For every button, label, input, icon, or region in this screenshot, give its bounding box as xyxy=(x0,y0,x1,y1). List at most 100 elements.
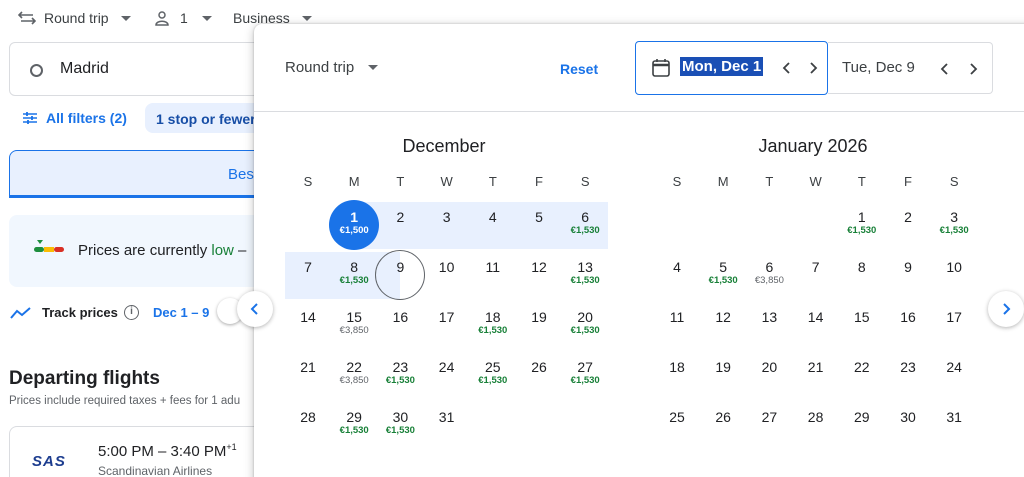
day-number: 6 xyxy=(581,209,590,225)
month-title: January 2026 xyxy=(758,136,868,156)
calendar-day[interactable]: 2 xyxy=(885,200,931,250)
calendar-day[interactable]: 25 €1,530 xyxy=(470,350,516,400)
calendar-day[interactable]: 22 xyxy=(839,350,885,400)
info-icon[interactable]: i xyxy=(124,305,139,320)
calendar-day[interactable]: 26 xyxy=(700,400,746,450)
calendar-day[interactable]: 22 €3,850 xyxy=(331,350,377,400)
calendar-day[interactable]: 9 xyxy=(885,250,931,300)
all-filters-button[interactable]: All filters (2) xyxy=(22,110,127,126)
chevron-right-icon[interactable] xyxy=(966,62,980,76)
track-prices-label: Track prices xyxy=(42,305,118,320)
day-number: 7 xyxy=(304,259,312,275)
reset-button[interactable]: Reset xyxy=(560,61,598,77)
calendar-day[interactable]: 17 xyxy=(424,300,470,350)
day-number: 2 xyxy=(396,209,405,225)
date-picker-dialog: Round trip Reset Mon, Dec 1 Tue, Dec 9 D… xyxy=(254,24,1024,477)
departing-flights-subtitle: Prices include required taxes + fees for… xyxy=(9,395,241,407)
previous-month-button[interactable] xyxy=(237,291,273,327)
calendar-day[interactable]: 8 xyxy=(839,250,885,300)
return-date-value: Tue, Dec 9 xyxy=(842,59,915,76)
calendar-day[interactable]: 11 xyxy=(470,250,516,300)
chevron-right-icon[interactable] xyxy=(806,61,820,75)
calendar-day[interactable]: 7 xyxy=(793,250,839,300)
day-number: 20 xyxy=(577,309,593,325)
calendar-day[interactable]: 10 xyxy=(931,250,977,300)
trip-type-dropdown[interactable]: Round trip xyxy=(18,8,131,28)
day-number: 1 xyxy=(350,209,359,225)
calendar-day[interactable]: 3 €1,530 xyxy=(931,200,977,250)
passengers-dropdown[interactable]: 1 xyxy=(155,8,212,28)
calendar-day[interactable]: 8 €1,530 xyxy=(331,250,377,300)
calendar-day[interactable]: 1 €1,530 xyxy=(839,200,885,250)
calendar-day[interactable]: 1 €1,500 xyxy=(329,200,380,250)
calendar-day[interactable]: 27 xyxy=(746,400,792,450)
day-number: 24 xyxy=(946,359,962,375)
day-number: 13 xyxy=(761,309,778,325)
calendar-day[interactable]: 7 xyxy=(285,250,331,300)
calendar-day[interactable]: 18 €1,530 xyxy=(470,300,516,350)
calendar-day[interactable]: 6 €1,530 xyxy=(562,200,608,250)
calendar-day[interactable]: 18 xyxy=(654,350,700,400)
calendar-day[interactable]: 31 xyxy=(424,400,470,450)
calendar-day[interactable]: 5 €1,530 xyxy=(700,250,746,300)
calendar-day[interactable]: 17 xyxy=(931,300,977,350)
calendar-day[interactable]: 20 €1,530 xyxy=(562,300,608,350)
day-number: 9 xyxy=(396,259,405,275)
calendar-day[interactable]: 23 €1,530 xyxy=(377,350,423,400)
calendar-day[interactable]: 13 xyxy=(746,300,792,350)
calendar-day[interactable]: 5 xyxy=(516,200,562,250)
chevron-down-icon xyxy=(368,65,379,70)
calendar-day[interactable]: 14 xyxy=(285,300,331,350)
calendar-day[interactable]: 25 xyxy=(654,400,700,450)
departing-flights-title: Departing flights xyxy=(9,368,160,389)
calendar-day[interactable]: 9 xyxy=(375,250,426,300)
calendar-day[interactable]: 14 xyxy=(793,300,839,350)
calendar-day[interactable]: 24 xyxy=(931,350,977,400)
calendar-day[interactable]: 21 xyxy=(793,350,839,400)
calendar-day[interactable]: 3 xyxy=(424,200,470,250)
calendar-day[interactable]: 31 xyxy=(931,400,977,450)
calendar-day[interactable]: 16 xyxy=(377,300,423,350)
calendar-day[interactable]: 19 xyxy=(516,300,562,350)
chevron-left-icon[interactable] xyxy=(780,61,794,75)
calendar-day[interactable]: 6 €3,850 xyxy=(746,250,792,300)
calendar-day[interactable]: 11 xyxy=(654,300,700,350)
track-dates: Dec 1 – 9 xyxy=(153,305,210,320)
calendar-day[interactable]: 29 €1,530 xyxy=(331,400,377,450)
next-month-button[interactable] xyxy=(988,291,1024,327)
calendar-day[interactable]: 15 xyxy=(839,300,885,350)
calendar-day[interactable]: 12 xyxy=(516,250,562,300)
day-number: 16 xyxy=(392,309,409,325)
swap-icon xyxy=(18,11,36,25)
calendar-day[interactable]: 10 xyxy=(424,250,470,300)
calendar-day[interactable]: 19 xyxy=(700,350,746,400)
calendar-day[interactable]: 24 xyxy=(424,350,470,400)
calendar-day[interactable]: 20 xyxy=(746,350,792,400)
calendar-day[interactable]: 16 xyxy=(885,300,931,350)
calendar-day[interactable]: 23 xyxy=(885,350,931,400)
calendar-day[interactable]: 12 xyxy=(700,300,746,350)
day-number: 9 xyxy=(904,259,912,275)
day-number: 5 xyxy=(535,209,543,225)
calendar-day[interactable]: 4 xyxy=(654,250,700,300)
day-number: 23 xyxy=(392,359,409,375)
chevron-left-icon[interactable] xyxy=(938,62,952,76)
dialog-trip-type-dropdown[interactable]: Round trip xyxy=(285,59,379,76)
calendar-day[interactable]: 28 xyxy=(285,400,331,450)
calendar-day[interactable]: 2 xyxy=(377,200,423,250)
calendar-day[interactable]: 29 xyxy=(839,400,885,450)
calendar-day[interactable]: 30 xyxy=(885,400,931,450)
day-number: 2 xyxy=(904,209,912,225)
calendar-day[interactable]: 21 xyxy=(285,350,331,400)
calendar-day[interactable]: 30 €1,530 xyxy=(377,400,423,450)
calendar-day[interactable]: 13 €1,530 xyxy=(562,250,608,300)
calendar-day[interactable]: 4 xyxy=(470,200,516,250)
calendar-day[interactable]: 15 €3,850 xyxy=(331,300,377,350)
calendar-day[interactable]: 27 €1,530 xyxy=(562,350,608,400)
calendar-day[interactable]: 26 xyxy=(516,350,562,400)
calendar-day[interactable]: 28 xyxy=(793,400,839,450)
return-date-field[interactable]: Tue, Dec 9 xyxy=(828,42,993,94)
day-price: €3,850 xyxy=(339,325,369,336)
departure-date-field[interactable]: Mon, Dec 1 xyxy=(635,41,828,95)
day-number: 27 xyxy=(761,409,778,425)
